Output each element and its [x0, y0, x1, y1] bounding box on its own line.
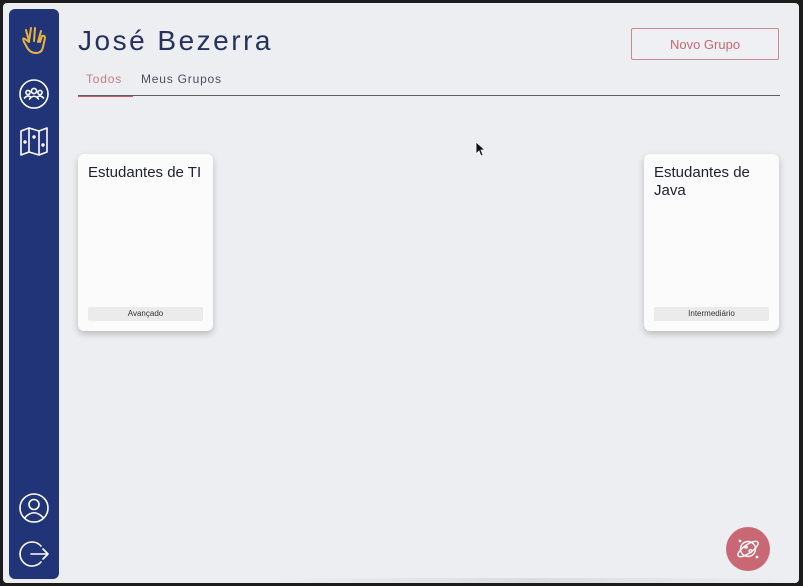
planet-fab-button[interactable] — [726, 527, 770, 571]
group-level-badge: Intermediário — [654, 307, 769, 321]
group-card[interactable]: Estudantes de Java Intermediário — [644, 154, 779, 331]
app-window: José Bezerra Novo Grupo Todos Meus Grupo… — [3, 3, 799, 583]
mouse-cursor-icon — [475, 141, 485, 157]
new-group-button[interactable]: Novo Grupo — [631, 28, 779, 60]
bottom-shadow — [273, 578, 793, 583]
sidebar-item-groups[interactable] — [17, 77, 51, 111]
tab-my-groups[interactable]: Meus Grupos — [141, 72, 222, 86]
sidebar-item-home[interactable] — [17, 23, 51, 57]
map-icon — [20, 127, 48, 156]
group-icon — [19, 79, 49, 109]
sidebar-item-logout[interactable] — [17, 537, 51, 571]
group-card-title: Estudantes de TI — [88, 164, 202, 181]
group-card[interactable]: Estudantes de TI Avançado — [78, 154, 213, 331]
sidebar-item-map[interactable] — [17, 124, 51, 158]
tab-all[interactable]: Todos — [86, 72, 122, 86]
group-card-title: Estudantes de Java — [654, 164, 750, 199]
planet-icon — [737, 539, 759, 559]
sidebar-item-profile[interactable] — [17, 491, 51, 525]
header-divider — [78, 95, 780, 96]
sidebar — [9, 9, 59, 579]
logout-icon — [19, 541, 49, 567]
hand-icon — [22, 27, 46, 54]
user-icon — [19, 493, 49, 523]
page-title: José Bezerra — [78, 25, 273, 56]
group-level-badge: Avançado — [88, 307, 203, 321]
